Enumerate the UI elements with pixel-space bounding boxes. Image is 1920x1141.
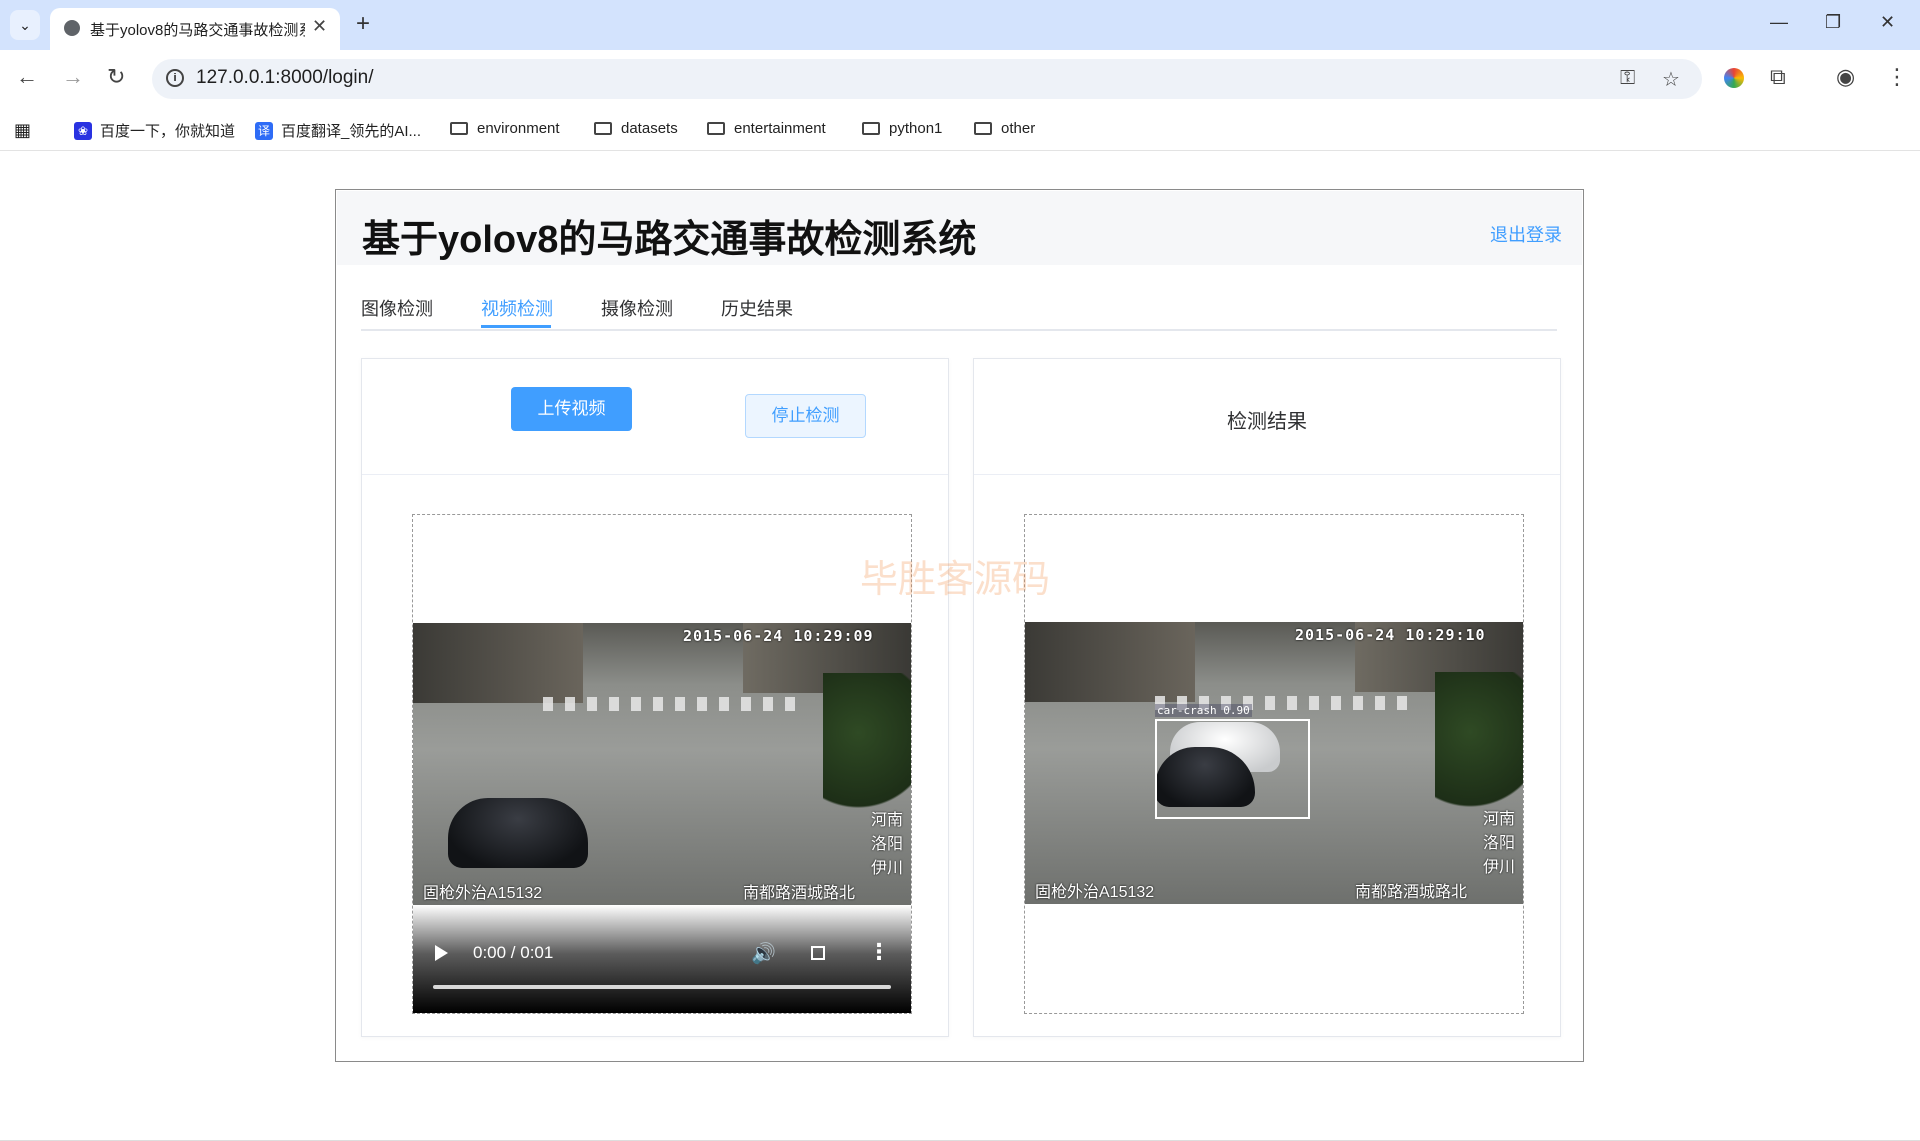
minimize-icon[interactable]: — <box>1770 12 1788 33</box>
trees <box>823 673 911 823</box>
bookmark-label: other <box>1001 120 1036 137</box>
bookmark-baidu[interactable]: ❀ 百度一下，你就知道 <box>74 120 235 141</box>
bookmark-folder-other[interactable]: other <box>974 120 1035 137</box>
location-tag: 伊川 <box>870 860 903 877</box>
address-bar[interactable]: i 127.0.0.1:8000/login/ ⚿ ☆ <box>152 59 1702 99</box>
baidu-icon: ❀ <box>74 121 92 140</box>
key-icon[interactable]: ⚿ <box>1620 67 1635 90</box>
bookmark-folder-python1[interactable]: python1 <box>862 120 942 137</box>
location-tags: 河南 洛阳 伊川 <box>1465 808 1515 880</box>
puzzle-icon[interactable]: ⧉ <box>1770 64 1786 90</box>
bookmark-label: entertainment <box>734 120 826 137</box>
bookmark-label: environment <box>477 120 560 137</box>
video-player[interactable]: 2015-06-24 10:29:09 河南 洛阳 伊川 固枪外治A15132 … <box>413 623 911 905</box>
tab-history[interactable]: 历史结果 <box>721 295 793 321</box>
black-car <box>448 798 588 868</box>
frame-timestamp: 2015-06-24 10:29:10 <box>1295 626 1486 644</box>
location-tag: 伊川 <box>1482 859 1515 876</box>
browser-toolbar: ← → ↻ i 127.0.0.1:8000/login/ ⚿ ☆ ⧉ ◉ ⋮ <box>0 50 1920 108</box>
panel-header: 上传视频 停止检测 <box>362 359 948 475</box>
detection-label: car-crash 0.90 <box>1155 704 1252 717</box>
app-header: 基于yolov8的马路交通事故检测系统 退出登录 <box>337 191 1582 265</box>
folder-icon <box>450 122 468 135</box>
tab-image-detection[interactable]: 图像检测 <box>361 295 433 321</box>
result-image: car-crash 0.90 2015-06-24 10:29:10 河南 洛阳… <box>1025 622 1523 904</box>
video-progress-bar[interactable] <box>433 985 891 989</box>
detection-tabs: 图像检测 视频检测 摄像检测 历史结果 <box>361 285 1557 331</box>
folder-icon <box>594 122 612 135</box>
logout-link[interactable]: 退出登录 <box>1490 221 1562 247</box>
volume-icon[interactable]: 🔊 <box>751 941 776 966</box>
stop-detection-button[interactable]: 停止检测 <box>745 394 866 438</box>
window-close-icon[interactable]: ✕ <box>1880 12 1895 33</box>
caption-right: 南都路酒城路北 <box>743 885 856 902</box>
caption-left: 固枪外治A15132 <box>1035 884 1155 901</box>
tab-search-button[interactable]: ⌄ <box>10 10 40 40</box>
translate-icon: 译 <box>255 121 273 140</box>
site-info-icon[interactable]: i <box>166 69 184 87</box>
video-time: 0:00 / 0:01 <box>473 943 554 962</box>
page-title: 基于yolov8的马路交通事故检测系统 <box>362 219 977 261</box>
active-tab-indicator <box>481 325 551 328</box>
url-text[interactable]: 127.0.0.1:8000/login/ <box>196 67 374 89</box>
bookmark-label: 百度翻译_领先的AI... <box>281 123 422 140</box>
globe-icon <box>64 20 80 36</box>
panel-header: 检测结果 <box>974 359 1560 475</box>
restore-icon[interactable]: ❐ <box>1825 12 1841 33</box>
bookmark-folder-environment[interactable]: environment <box>450 120 560 137</box>
bookmark-label: python1 <box>889 120 943 137</box>
play-icon[interactable] <box>435 945 448 961</box>
caption-left: 固枪外治A15132 <box>423 885 543 902</box>
folder-icon <box>862 122 880 135</box>
detection-result-panel: 检测结果 car-crash 0.90 2015-06-24 10:29:10 … <box>973 358 1561 1037</box>
location-tag: 洛阳 <box>1482 835 1515 852</box>
browser-tab-strip: ⌄ 基于yolov8的马路交通事故检测系统 ✕ + — ❐ ✕ <box>0 0 1920 50</box>
building-left <box>1025 622 1195 702</box>
upload-video-button[interactable]: 上传视频 <box>511 387 632 431</box>
bookmark-translate[interactable]: 译 百度翻译_领先的AI... <box>255 120 421 141</box>
browser-tab[interactable]: 基于yolov8的马路交通事故检测系统 ✕ <box>50 8 340 50</box>
bookmark-label: 百度一下，你就知道 <box>100 123 236 140</box>
forward-icon[interactable]: → <box>62 64 84 90</box>
location-tag: 河南 <box>870 812 903 829</box>
video-frame: 2015-06-24 10:29:09 河南 洛阳 伊川 固枪外治A15132 … <box>412 514 912 1014</box>
chevron-down-icon: ⌄ <box>19 16 31 33</box>
watermark: 毕胜客源码 <box>860 559 1051 601</box>
detection-box <box>1155 719 1310 819</box>
fullscreen-icon[interactable] <box>811 946 825 960</box>
tab-camera-detection[interactable]: 摄像检测 <box>601 295 673 321</box>
result-title: 检测结果 <box>1227 411 1307 433</box>
extension-color-icon[interactable] <box>1724 68 1744 88</box>
bookmark-folder-entertainment[interactable]: entertainment <box>707 120 826 137</box>
video-timestamp: 2015-06-24 10:29:09 <box>683 627 874 645</box>
location-tags: 河南 洛阳 伊川 <box>853 809 903 881</box>
tab-title: 基于yolov8的马路交通事故检测系统 <box>90 22 305 39</box>
close-icon[interactable]: ✕ <box>312 16 327 37</box>
bookmark-folder-datasets[interactable]: datasets <box>594 120 678 137</box>
trees <box>1435 672 1523 822</box>
video-controls: 0:00 / 0:01 🔊 ⋮ <box>413 905 911 1013</box>
caption-right: 南都路酒城路北 <box>1355 884 1468 901</box>
building-left <box>413 623 583 703</box>
location-tag: 河南 <box>1482 811 1515 828</box>
more-options-icon[interactable]: ⋮ <box>868 939 890 965</box>
reload-icon[interactable]: ↻ <box>107 64 125 90</box>
location-tag: 洛阳 <box>870 836 903 853</box>
profile-icon[interactable]: ◉ <box>1836 64 1855 90</box>
tab-video-detection[interactable]: 视频检测 <box>481 295 553 321</box>
crosswalk <box>543 697 803 711</box>
back-icon[interactable]: ← <box>16 64 38 90</box>
app-container: 基于yolov8的马路交通事故检测系统 退出登录 图像检测 视频检测 摄像检测 … <box>335 189 1584 1062</box>
menu-icon[interactable]: ⋮ <box>1886 64 1908 90</box>
folder-icon <box>707 122 725 135</box>
apps-grid-icon[interactable]: ▦ <box>14 120 31 141</box>
star-icon[interactable]: ☆ <box>1662 67 1680 92</box>
result-frame: car-crash 0.90 2015-06-24 10:29:10 河南 洛阳… <box>1024 514 1524 1014</box>
bookmarks-bar: ▦ ❀ 百度一下，你就知道 译 百度翻译_领先的AI... environmen… <box>0 108 1920 151</box>
bookmark-label: datasets <box>621 120 678 137</box>
new-tab-button[interactable]: + <box>356 10 370 38</box>
folder-icon <box>974 122 992 135</box>
video-input-panel: 上传视频 停止检测 2015-06-24 10:29:09 河南 洛阳 伊川 固… <box>361 358 949 1037</box>
